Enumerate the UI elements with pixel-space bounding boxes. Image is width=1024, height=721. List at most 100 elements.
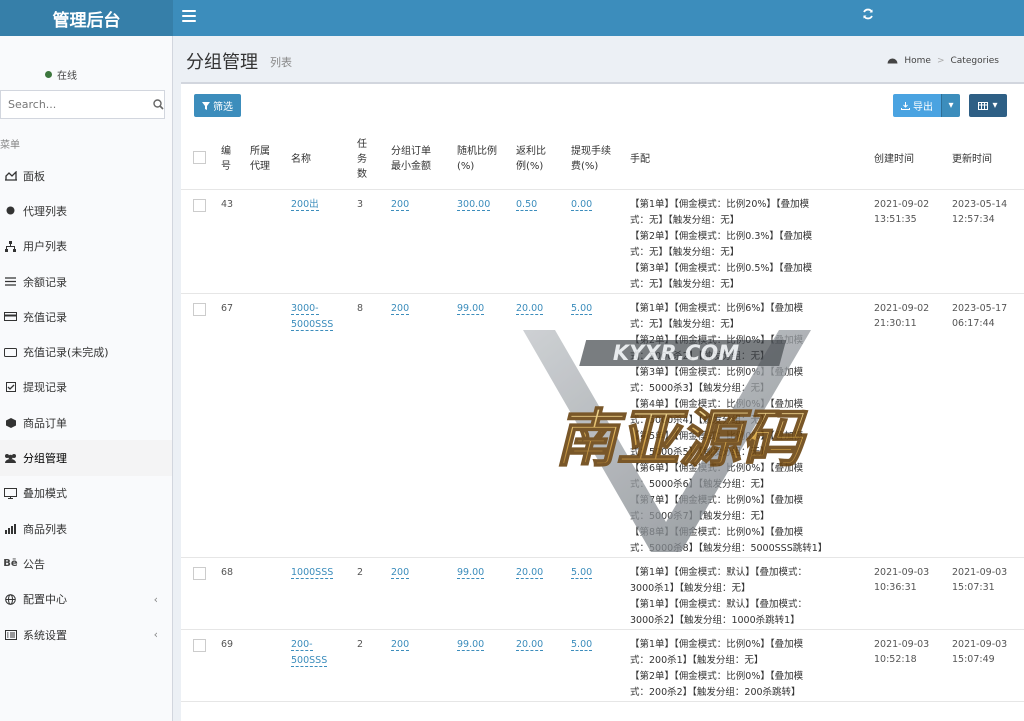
cell-created: 2021-09-02 13:51:35 xyxy=(870,189,948,294)
random-ratio-link[interactable]: 300.00 xyxy=(457,198,491,211)
rebate-link[interactable]: 20.00 xyxy=(516,566,544,579)
col-name[interactable]: 名称 xyxy=(287,130,353,190)
caret-down-icon: ▾ xyxy=(992,100,998,111)
table-row[interactable]: 68 1000SSS 2 200 99.00 20.00 5.00 【第1单】【… xyxy=(181,557,1024,630)
row-checkbox[interactable] xyxy=(193,638,206,652)
random-ratio-link[interactable]: 99.00 xyxy=(457,638,485,651)
cell-id: 43 xyxy=(217,189,246,294)
config-line: 【第8单】【佣金模式：比例0%】【叠加模 xyxy=(630,526,804,538)
sidebar-toggle-icon[interactable] xyxy=(182,10,196,24)
table-header-row: 编号 所属 代理 名称 任务数 分组订单 最小金额 随机比例 (%) 返利比 例(%) … xyxy=(181,130,1024,190)
list-alt-icon xyxy=(3,629,18,641)
col-fee[interactable]: 提现手续 费(%) xyxy=(567,130,626,190)
sidebar-item-users[interactable]: 用户列表 xyxy=(0,229,172,264)
sidebar-item-balance[interactable]: 余额记录 xyxy=(0,264,172,299)
page-title: 分组管理 xyxy=(186,52,258,73)
rebate-link[interactable]: 20.00 xyxy=(516,302,544,315)
rebate-link[interactable]: 20.00 xyxy=(516,638,544,651)
group-name-link[interactable]: 3000- xyxy=(291,302,319,315)
table-row[interactable]: 43 200出 3 200 300.00 0.50 0.00 【第1单】【佣金模… xyxy=(181,189,1024,294)
group-name-link[interactable]: 200- xyxy=(291,638,313,651)
rebate-link[interactable]: 0.50 xyxy=(516,198,538,211)
min-amount-link[interactable]: 200 xyxy=(391,198,410,211)
breadcrumb-home[interactable]: Home xyxy=(904,56,931,66)
cell-agent xyxy=(246,189,287,294)
config-line: 式：5000杀4】【触发分组：无】 xyxy=(630,414,770,426)
export-dropdown-button[interactable]: ▾ xyxy=(941,94,960,117)
cell-created: 2021-09-03 10:36:31 xyxy=(870,557,948,630)
col-agent[interactable]: 所属 代理 xyxy=(246,130,287,190)
min-amount-link[interactable]: 200 xyxy=(391,638,410,651)
breadcrumb: Home > Categories xyxy=(887,55,999,67)
columns-toggle-button[interactable]: ▾ xyxy=(969,94,1007,117)
row-checkbox[interactable] xyxy=(193,302,206,316)
config-line: 式：无】【触发分组：无】 xyxy=(630,246,740,258)
table-row[interactable]: 67 3000- 5000SSS 8 200 99.00 20.00 5.00 【… xyxy=(181,293,1024,558)
col-created[interactable]: 创建时间 xyxy=(870,130,948,190)
app-logo[interactable]: 管理后台 xyxy=(0,0,173,36)
sidebar-item-label: 代理列表 xyxy=(23,204,67,218)
sidebar-item-announcements[interactable]: Bē 公告 xyxy=(0,546,172,581)
col-id[interactable]: 编号 xyxy=(217,130,246,190)
export-button-label: 导出 xyxy=(913,102,933,113)
cell-tasks: 8 xyxy=(353,293,387,558)
row-checkbox[interactable] xyxy=(193,566,206,580)
sidebar-item-overlay-mode[interactable]: 叠加模式 xyxy=(0,476,172,511)
sidebar-item-config-center[interactable]: 配置中心 ‹ xyxy=(0,582,172,617)
sidebar-item-label: 充值记录(未完成) xyxy=(23,346,109,360)
row-checkbox[interactable] xyxy=(193,198,206,212)
config-line: 式：无】【触发分组：无】 xyxy=(630,278,740,290)
cell-id: 69 xyxy=(217,629,246,702)
sidebar-item-products[interactable]: 商品列表 xyxy=(0,511,172,546)
group-name-link[interactable]: 500SSS xyxy=(291,654,328,667)
group-name-link[interactable]: 5000SSS xyxy=(291,318,334,331)
random-ratio-link[interactable]: 99.00 xyxy=(457,302,485,315)
col-min-amount[interactable]: 分组订单 最小金额 xyxy=(387,130,453,190)
fee-link[interactable]: 5.00 xyxy=(571,302,593,315)
content-header: 分组管理 列表 Home > Categories xyxy=(173,36,1024,82)
random-ratio-link[interactable]: 99.00 xyxy=(457,566,485,579)
search-input[interactable] xyxy=(1,91,153,118)
sidebar-item-label: 面板 xyxy=(23,169,45,183)
group-name-link[interactable]: 1000SSS xyxy=(291,566,334,579)
select-all-checkbox[interactable] xyxy=(193,151,206,165)
col-tasks[interactable]: 任务数 xyxy=(353,130,387,190)
fee-link[interactable]: 5.00 xyxy=(571,638,593,651)
refresh-icon[interactable] xyxy=(862,8,874,24)
sidebar-item-label: 用户列表 xyxy=(23,240,67,254)
cell-id: 68 xyxy=(217,557,246,630)
sidebar-item-system-settings[interactable]: 系统设置 ‹ xyxy=(0,617,172,652)
fee-link[interactable]: 0.00 xyxy=(571,198,593,211)
min-amount-link[interactable]: 200 xyxy=(391,566,410,579)
table-icon xyxy=(978,101,989,110)
sidebar-item-dashboard[interactable]: 面板 xyxy=(0,158,172,193)
config-line: 式：5000杀5】【触发分组：无】 xyxy=(630,446,770,458)
search-icon[interactable] xyxy=(153,99,164,110)
cell-config: 【第1单】【佣金模式：比例6%】【叠加模 式：无】【触发分组：无】 【第2单】【佣金… xyxy=(626,293,870,558)
fee-link[interactable]: 5.00 xyxy=(571,566,593,579)
caret-down-icon: ▾ xyxy=(948,100,954,111)
col-rebate[interactable]: 返利比 例(%) xyxy=(512,130,567,190)
sidebar-item-orders[interactable]: 商品订单 xyxy=(0,405,172,440)
filter-button[interactable]: 筛选 xyxy=(194,94,241,117)
group-name-link[interactable]: 200出 xyxy=(291,198,319,211)
sidebar-item-withdraw[interactable]: 提现记录 xyxy=(0,370,172,405)
cell-agent xyxy=(246,293,287,558)
col-config[interactable]: 手配 xyxy=(626,130,870,190)
export-button[interactable]: 导出 xyxy=(893,94,941,117)
config-line: 式：200杀1】【触发分组：无】 xyxy=(630,654,764,666)
col-random-ratio[interactable]: 随机比例 (%) xyxy=(453,130,512,190)
menu-header: 菜单 xyxy=(0,140,20,151)
sidebar-item-groups[interactable]: 分组管理 xyxy=(0,440,172,476)
col-updated[interactable]: 更新时间 xyxy=(948,130,1024,190)
config-line: 【第1单】【佣金模式：比例6%】【叠加模 xyxy=(630,302,804,314)
min-amount-link[interactable]: 200 xyxy=(391,302,410,315)
cell-updated: 2021-09-03 15:07:49 xyxy=(948,629,1024,702)
config-line: 式：5000杀6】【触发分组：无】 xyxy=(630,478,770,490)
sidebar-item-agents[interactable]: 代理列表 xyxy=(0,193,172,228)
sidebar-item-label: 叠加模式 xyxy=(23,487,67,501)
sidebar-item-recharge[interactable]: 充值记录 xyxy=(0,299,172,334)
sidebar-item-recharge-pending[interactable]: 充值记录(未完成) xyxy=(0,334,172,369)
table-row[interactable]: 69 200- 500SSS 2 200 99.00 20.00 5.00 【第1… xyxy=(181,629,1024,702)
signal-icon xyxy=(3,523,18,535)
